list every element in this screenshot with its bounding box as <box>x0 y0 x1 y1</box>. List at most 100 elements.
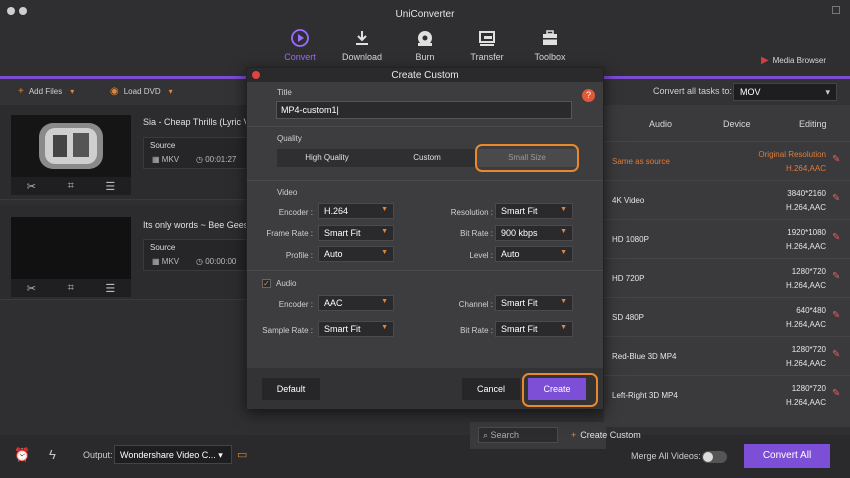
format-row-same-as-source[interactable]: Same as source Original Resolution H.264,… <box>604 141 850 179</box>
create-custom-button[interactable]: + Create Custom <box>571 430 641 440</box>
app-title: UniConverter <box>395 9 455 20</box>
load-dvd-label: Load DVD <box>123 87 161 96</box>
add-files-button[interactable]: + Add Files ▾ <box>18 86 74 97</box>
chevron-down-icon[interactable]: ▾ <box>70 87 74 96</box>
format-row-left-right-3d[interactable]: Left-Right 3D MP4 1280*720 H.264,AAC ✎ <box>604 375 850 413</box>
tab-toolbox[interactable]: Toolbox <box>520 28 580 62</box>
video-encoder-value: H.264 <box>324 206 349 216</box>
chevron-down-icon: ▼ <box>381 206 388 213</box>
cancel-button[interactable]: Cancel <box>462 378 520 400</box>
divider <box>247 270 603 271</box>
format-resolution: 1920*1080 H.264,AAC <box>785 228 826 251</box>
audio-bit-rate-label: Bit Rate : <box>460 326 493 335</box>
effects-icon[interactable]: ☰ <box>105 180 115 193</box>
level-select[interactable]: Auto ▼ <box>495 246 573 262</box>
format-row-hd720[interactable]: HD 720P 1280*720 H.264,AAC ✎ <box>604 258 850 296</box>
bit-rate-label: Bit Rate : <box>460 229 493 238</box>
sample-rate-value: Smart Fit <box>324 324 361 334</box>
format-resolution: 1280*720 H.264,AAC <box>785 267 826 290</box>
merge-toggle[interactable] <box>702 451 727 463</box>
edit-icon[interactable]: ✎ <box>832 154 844 166</box>
search-placeholder: Search <box>490 430 520 440</box>
edit-icon[interactable]: ✎ <box>832 271 844 283</box>
edit-icon[interactable]: ✎ <box>832 232 844 244</box>
convert-all-button[interactable]: Convert All <box>744 444 830 468</box>
resolution-select[interactable]: Smart Fit ▼ <box>495 203 573 219</box>
audio-encoder-select[interactable]: AAC ▼ <box>318 295 394 311</box>
trim-icon[interactable]: ✂ <box>27 282 36 295</box>
video-thumbnail[interactable] <box>11 115 131 177</box>
schedule-icon[interactable]: ⏰ <box>14 447 30 463</box>
transfer-icon <box>479 31 495 46</box>
tab-editing[interactable]: Editing <box>799 119 827 129</box>
tab-transfer[interactable]: Transfer <box>457 28 517 62</box>
edit-icon[interactable]: ✎ <box>832 349 844 361</box>
convert-all-format-value: MOV <box>740 87 761 97</box>
level-label: Level : <box>469 251 493 260</box>
source-duration: ◷ 00:01:27 <box>196 155 237 164</box>
video-thumbnail[interactable] <box>11 217 131 279</box>
resolution-value: Smart Fit <box>501 206 538 216</box>
window-restore-icon[interactable] <box>832 6 840 14</box>
format-row-4k[interactable]: 4K Video 3840*2160 H.264,AAC ✎ <box>604 180 850 218</box>
load-dvd-button[interactable]: ◉ Load DVD ▾ <box>110 86 173 97</box>
sample-rate-label: Sample Rate : <box>262 326 313 335</box>
audio-section-label: Audio <box>276 279 297 288</box>
help-icon[interactable]: ? <box>582 89 595 102</box>
tab-burn[interactable]: Burn <box>395 28 455 62</box>
chevron-down-icon: ▼ <box>560 249 567 256</box>
source-duration: ◷ 00:00:00 <box>196 257 237 266</box>
tab-audio[interactable]: Audio <box>649 119 672 129</box>
video-encoder-select[interactable]: H.264 ▼ <box>318 203 394 219</box>
dvd-icon: ◉ <box>110 86 119 97</box>
trim-icon[interactable]: ✂ <box>27 180 36 193</box>
media-browser-button[interactable]: ▶ Media Browser <box>761 55 826 66</box>
merge-label: Merge All Videos: <box>631 451 701 461</box>
effects-icon[interactable]: ☰ <box>105 282 115 295</box>
chevron-down-icon: ▼ <box>560 298 567 305</box>
default-button[interactable]: Default <box>262 378 320 400</box>
frame-rate-label: Frame Rate : <box>266 229 313 238</box>
format-name: Same as source <box>612 157 670 166</box>
edit-icon[interactable]: ✎ <box>832 193 844 205</box>
format-row-sd480[interactable]: SD 480P 640*480 H.264,AAC ✎ <box>604 297 850 335</box>
crop-icon[interactable]: ⌗ <box>68 180 74 193</box>
tab-toolbox-label: Toolbox <box>534 52 566 62</box>
folder-icon[interactable]: ▭ <box>237 448 247 461</box>
audio-bit-rate-select[interactable]: Smart Fit ▼ <box>495 321 573 337</box>
edit-icon[interactable]: ✎ <box>832 388 844 400</box>
format-name: Left-Right 3D MP4 <box>612 391 678 400</box>
profile-value: Auto <box>324 249 343 259</box>
frame-rate-select[interactable]: Smart Fit ▼ <box>318 225 394 241</box>
speed-icon[interactable]: ϟ <box>49 447 56 462</box>
audio-checkbox[interactable]: ✓ <box>262 279 271 288</box>
divider <box>247 180 603 181</box>
resolution-label: Resolution : <box>450 208 493 217</box>
convert-all-format-select[interactable]: MOV ▾ <box>733 83 837 101</box>
format-name: 4K Video <box>612 196 645 205</box>
source-info: Source ▦ MKV ◷ 00:00:00 <box>143 239 253 271</box>
video-bit-rate-select[interactable]: 900 kbps ▼ <box>495 225 573 241</box>
format-row-red-blue-3d[interactable]: Red-Blue 3D MP4 1280*720 H.264,AAC ✎ <box>604 336 850 374</box>
audio-encoder-label: Encoder : <box>278 300 313 309</box>
format-row-hd1080[interactable]: HD 1080P 1920*1080 H.264,AAC ✎ <box>604 219 850 257</box>
quality-option-custom[interactable]: Custom <box>377 149 477 167</box>
level-value: Auto <box>501 249 520 259</box>
tab-download[interactable]: Download <box>332 28 392 62</box>
format-tabs: Audio Device Editing <box>604 105 850 141</box>
format-name: SD 480P <box>612 313 645 322</box>
tab-device[interactable]: Device <box>723 119 751 129</box>
format-search-input[interactable]: ⌕ Search <box>478 427 558 443</box>
tab-convert[interactable]: Convert <box>270 28 330 62</box>
channel-select[interactable]: Smart Fit ▼ <box>495 295 573 311</box>
profile-select[interactable]: Auto ▼ <box>318 246 394 262</box>
sample-rate-select[interactable]: Smart Fit ▼ <box>318 321 394 337</box>
output-folder-select[interactable]: Wondershare Video C... ▾ <box>114 445 232 464</box>
bottom-bar: ⏰ ϟ Output: Wondershare Video C... ▾ ▭ M… <box>0 435 850 478</box>
crop-icon[interactable]: ⌗ <box>68 282 74 295</box>
frame-rate-value: Smart Fit <box>324 228 361 238</box>
chevron-down-icon[interactable]: ▾ <box>169 87 173 96</box>
edit-icon[interactable]: ✎ <box>832 310 844 322</box>
quality-option-high[interactable]: High Quality <box>277 149 377 167</box>
title-input[interactable]: MP4-custom1| <box>276 101 572 119</box>
